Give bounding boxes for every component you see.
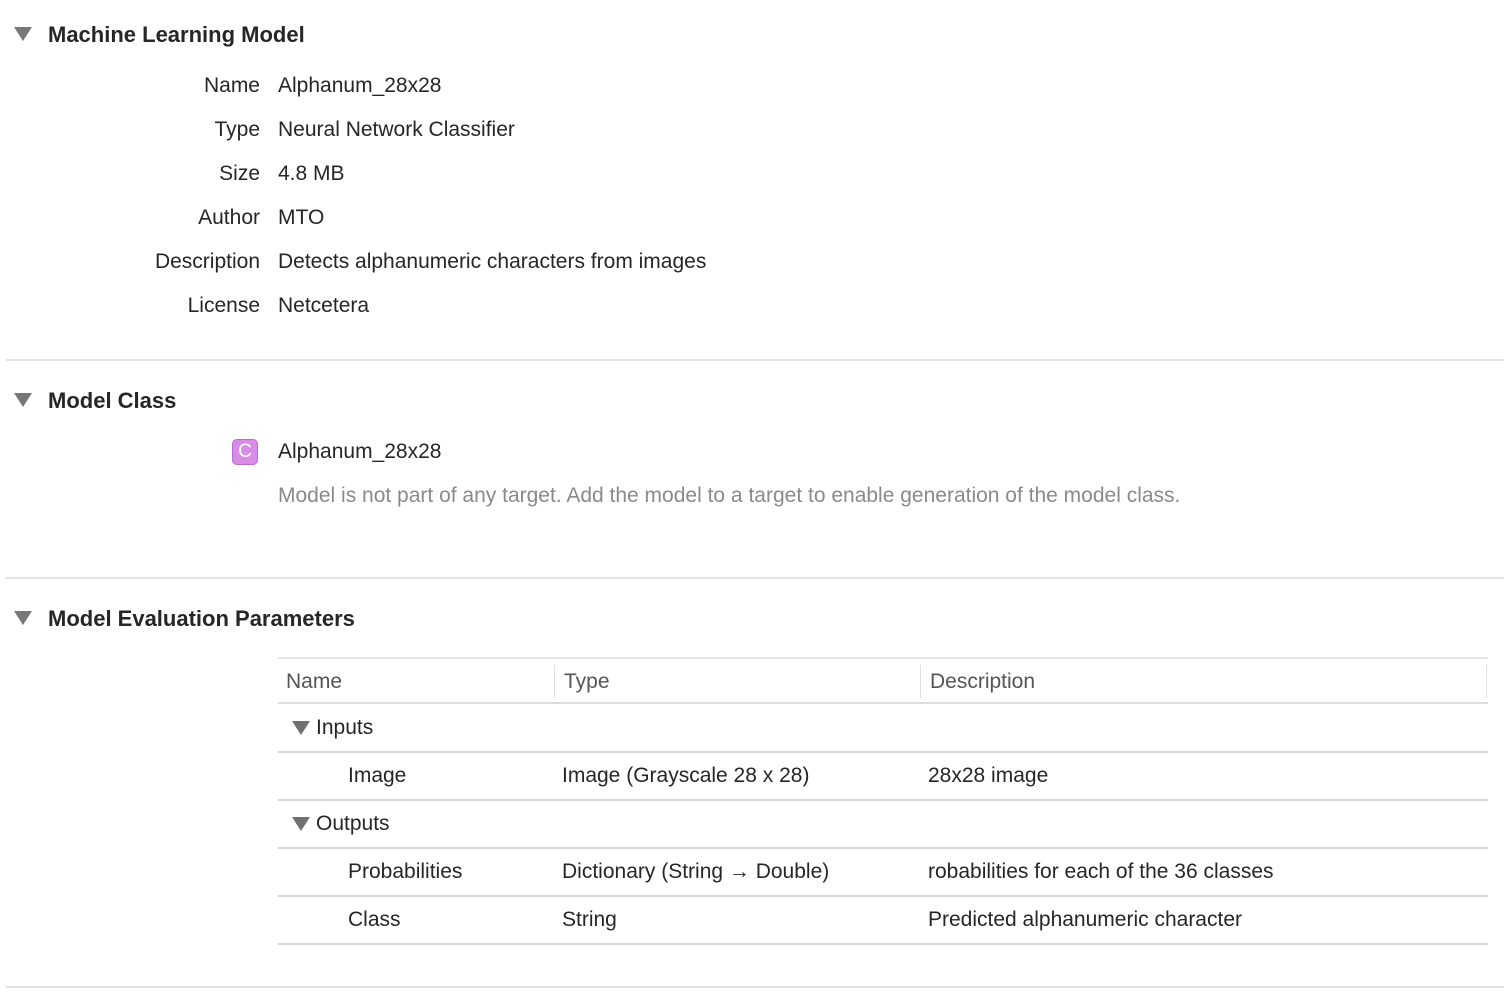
section-title: Machine Learning Model <box>48 22 305 47</box>
disclosure-triangle-icon[interactable] <box>14 27 32 41</box>
disclosure-triangle-icon[interactable] <box>14 393 32 407</box>
prop-label-license: License <box>187 294 260 317</box>
param-name: Image <box>348 764 407 787</box>
prop-value-name: Alphanum_28x28 <box>278 74 442 97</box>
column-separator[interactable] <box>554 665 555 698</box>
section-title: Model Class <box>48 388 177 413</box>
column-header-description[interactable]: Description <box>922 659 1035 704</box>
column-separator[interactable] <box>920 665 921 698</box>
prop-label-name: Name <box>203 74 260 97</box>
prop-value-author: MTO <box>278 206 325 229</box>
section-divider <box>6 359 1504 361</box>
disclosure-triangle-icon[interactable] <box>292 721 310 735</box>
param-name: Class <box>348 908 401 931</box>
section-ml-model-header[interactable]: Machine Learning Model <box>14 18 305 50</box>
param-description: robabilities for each of the 36 classes <box>928 860 1274 883</box>
section-divider <box>6 577 1504 579</box>
param-description: Predicted alphanumeric character <box>928 908 1242 931</box>
prop-value-license: Netcetera <box>278 294 370 317</box>
section-model-class-header[interactable]: Model Class <box>14 384 176 416</box>
prop-value-type: Neural Network Classifier <box>278 118 515 141</box>
param-description: 28x28 image <box>928 764 1049 787</box>
section-title: Model Evaluation Parameters <box>48 606 355 631</box>
prop-label-size: Size <box>219 162 260 185</box>
group-row-outputs[interactable]: Outputs <box>278 801 1488 849</box>
table-header: Name Type Description <box>278 657 1488 704</box>
param-type: Dictionary (String → Double) <box>562 860 830 883</box>
model-class-note: Model is not part of any target. Add the… <box>278 484 1181 507</box>
section-divider <box>6 986 1504 988</box>
group-label: Inputs <box>316 716 374 739</box>
column-separator[interactable] <box>1486 665 1487 698</box>
disclosure-triangle-icon[interactable] <box>292 817 310 831</box>
param-type: String <box>562 908 617 931</box>
table-row[interactable]: Class String Predicted alphanumeric char… <box>278 897 1488 945</box>
group-row-inputs[interactable]: Inputs <box>278 705 1488 753</box>
column-header-type[interactable]: Type <box>556 659 610 704</box>
model-class-name[interactable]: Alphanum_28x28 <box>278 440 441 464</box>
prop-label-description: Description <box>154 250 260 273</box>
group-label: Outputs <box>316 812 390 835</box>
prop-label-author: Author <box>198 206 260 229</box>
disclosure-triangle-icon[interactable] <box>14 611 32 625</box>
table-row[interactable]: Image Image (Grayscale 28 x 28) 28x28 im… <box>278 753 1488 801</box>
section-eval-params-header[interactable]: Model Evaluation Parameters <box>14 602 355 634</box>
prop-value-size: 4.8 MB <box>278 162 345 185</box>
param-name: Probabilities <box>348 860 463 883</box>
table-row[interactable]: Probabilities Dictionary (String → Doubl… <box>278 849 1488 897</box>
class-c-icon: C <box>232 439 258 465</box>
prop-value-description: Detects alphanumeric characters from ima… <box>278 250 707 273</box>
column-header-name[interactable]: Name <box>278 659 342 704</box>
prop-label-type: Type <box>214 118 260 141</box>
param-type: Image (Grayscale 28 x 28) <box>562 764 810 787</box>
